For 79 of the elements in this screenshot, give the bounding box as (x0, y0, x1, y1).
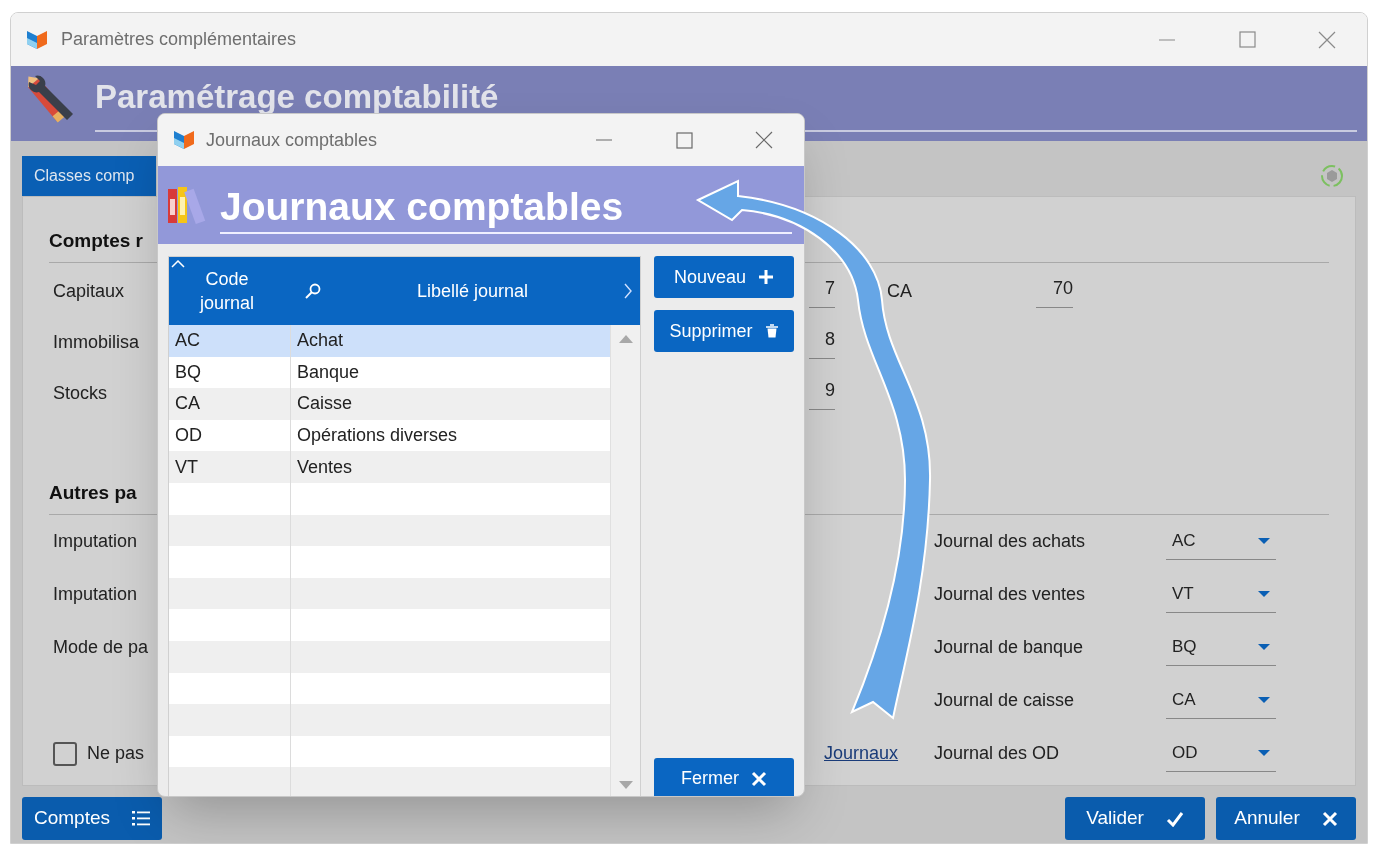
scroll-up-icon[interactable] (618, 335, 633, 343)
table-cell-text: AC (175, 329, 200, 353)
field-label: Mode de pa (53, 636, 149, 659)
accounts-button[interactable]: Comptes (22, 797, 162, 840)
dropdown-caret-icon (1258, 538, 1270, 544)
dialog-title: Journaux comptables (206, 128, 378, 152)
column-header[interactable]: Code journal (192, 267, 262, 315)
field-label: Journal de banque (934, 637, 1084, 657)
dropdown-caret-icon (1258, 644, 1270, 650)
field-label: Stocks (53, 383, 108, 403)
section-heading: Comptes r (49, 229, 143, 253)
minimize-icon (1159, 38, 1175, 41)
table-row[interactable]: VT Ventes (169, 451, 610, 483)
journal-dropdown[interactable]: AC (1166, 523, 1276, 560)
value-field[interactable]: 8 (809, 326, 835, 359)
sort-ascending-icon (171, 260, 185, 268)
close-icon (751, 770, 767, 787)
journal-dropdown[interactable]: CA (1166, 682, 1276, 719)
field-label: CA (887, 281, 912, 301)
table-cell-text: OD (175, 424, 202, 448)
dropdown-caret-icon (1258, 750, 1270, 756)
app-logo-icon (172, 129, 196, 151)
table-cell-text: Achat (297, 329, 344, 353)
plus-icon (758, 269, 775, 285)
scrollbar[interactable] (610, 325, 640, 796)
table-cell-text: Opérations diverses (297, 424, 458, 448)
footer-button[interactable]: Annuler (1216, 797, 1356, 840)
window-title: Paramètres complémentaires (61, 28, 297, 51)
dialog-button[interactable]: Fermer (654, 757, 794, 796)
refresh-gear-icon[interactable] (1320, 164, 1344, 188)
trash-icon (764, 323, 779, 339)
books-icon (168, 185, 208, 225)
checkbox[interactable] (53, 741, 77, 766)
chevron-right-icon[interactable] (624, 283, 632, 299)
table-cell-text: Caisse (297, 392, 353, 416)
table-row[interactable]: AC Achat (169, 325, 610, 357)
app-logo-icon (25, 28, 49, 51)
dropdown-caret-icon (1258, 591, 1270, 597)
journal-dropdown[interactable]: VT (1166, 576, 1276, 613)
table-cell-text: Ventes (297, 455, 353, 479)
value-field[interactable]: 70 (1036, 275, 1073, 308)
scroll-down-icon[interactable] (618, 780, 633, 789)
dropdown-caret-icon (1258, 697, 1270, 703)
value-field[interactable]: 9 (809, 377, 835, 410)
field-label: Capitaux (53, 281, 125, 301)
minimize-icon (596, 139, 612, 141)
field-label: Journal des ventes (934, 584, 1086, 604)
dialog-heading: Journaux comptables (220, 187, 624, 230)
dialog-button[interactable]: Nouveau (654, 256, 794, 298)
field-label: Immobilisa (53, 332, 140, 352)
field-label: Imputation (53, 583, 138, 606)
maximize-icon (675, 131, 693, 149)
journaux-link[interactable]: Journaux (824, 743, 899, 763)
table-cell-text: Banque (297, 360, 360, 384)
field-label: Journal des OD (934, 743, 1060, 763)
journal-dropdown[interactable]: BQ (1166, 629, 1276, 666)
page-title: Paramétrage comptabilité (95, 80, 499, 113)
field-label: Journal des achats (934, 531, 1086, 551)
close-icon (1318, 30, 1336, 49)
column-header[interactable]: Libellé journal (321, 277, 624, 305)
table-row[interactable]: CA Caisse (169, 388, 610, 420)
value-field[interactable]: 7 (809, 275, 835, 308)
close-icon (1321, 810, 1338, 827)
field-label: Imputation (53, 530, 138, 553)
maximize-icon (1238, 31, 1256, 48)
footer-button[interactable]: Valider (1065, 797, 1205, 840)
table-cell-text: BQ (175, 360, 201, 384)
checkbox-label: Ne pas (87, 742, 145, 765)
section-heading: Autres pa (49, 481, 137, 505)
list-icon (132, 810, 150, 827)
search-icon[interactable] (305, 283, 321, 299)
table-cell-text: VT (175, 455, 198, 479)
close-icon (755, 131, 773, 149)
journal-dropdown[interactable]: OD (1166, 735, 1276, 772)
dialog-button[interactable]: Supprimer (654, 310, 794, 352)
table-cell-text: CA (175, 392, 200, 416)
field-label: Journal de caisse (934, 690, 1075, 710)
tab[interactable]: Classes comp (22, 156, 156, 196)
check-icon (1165, 810, 1184, 827)
